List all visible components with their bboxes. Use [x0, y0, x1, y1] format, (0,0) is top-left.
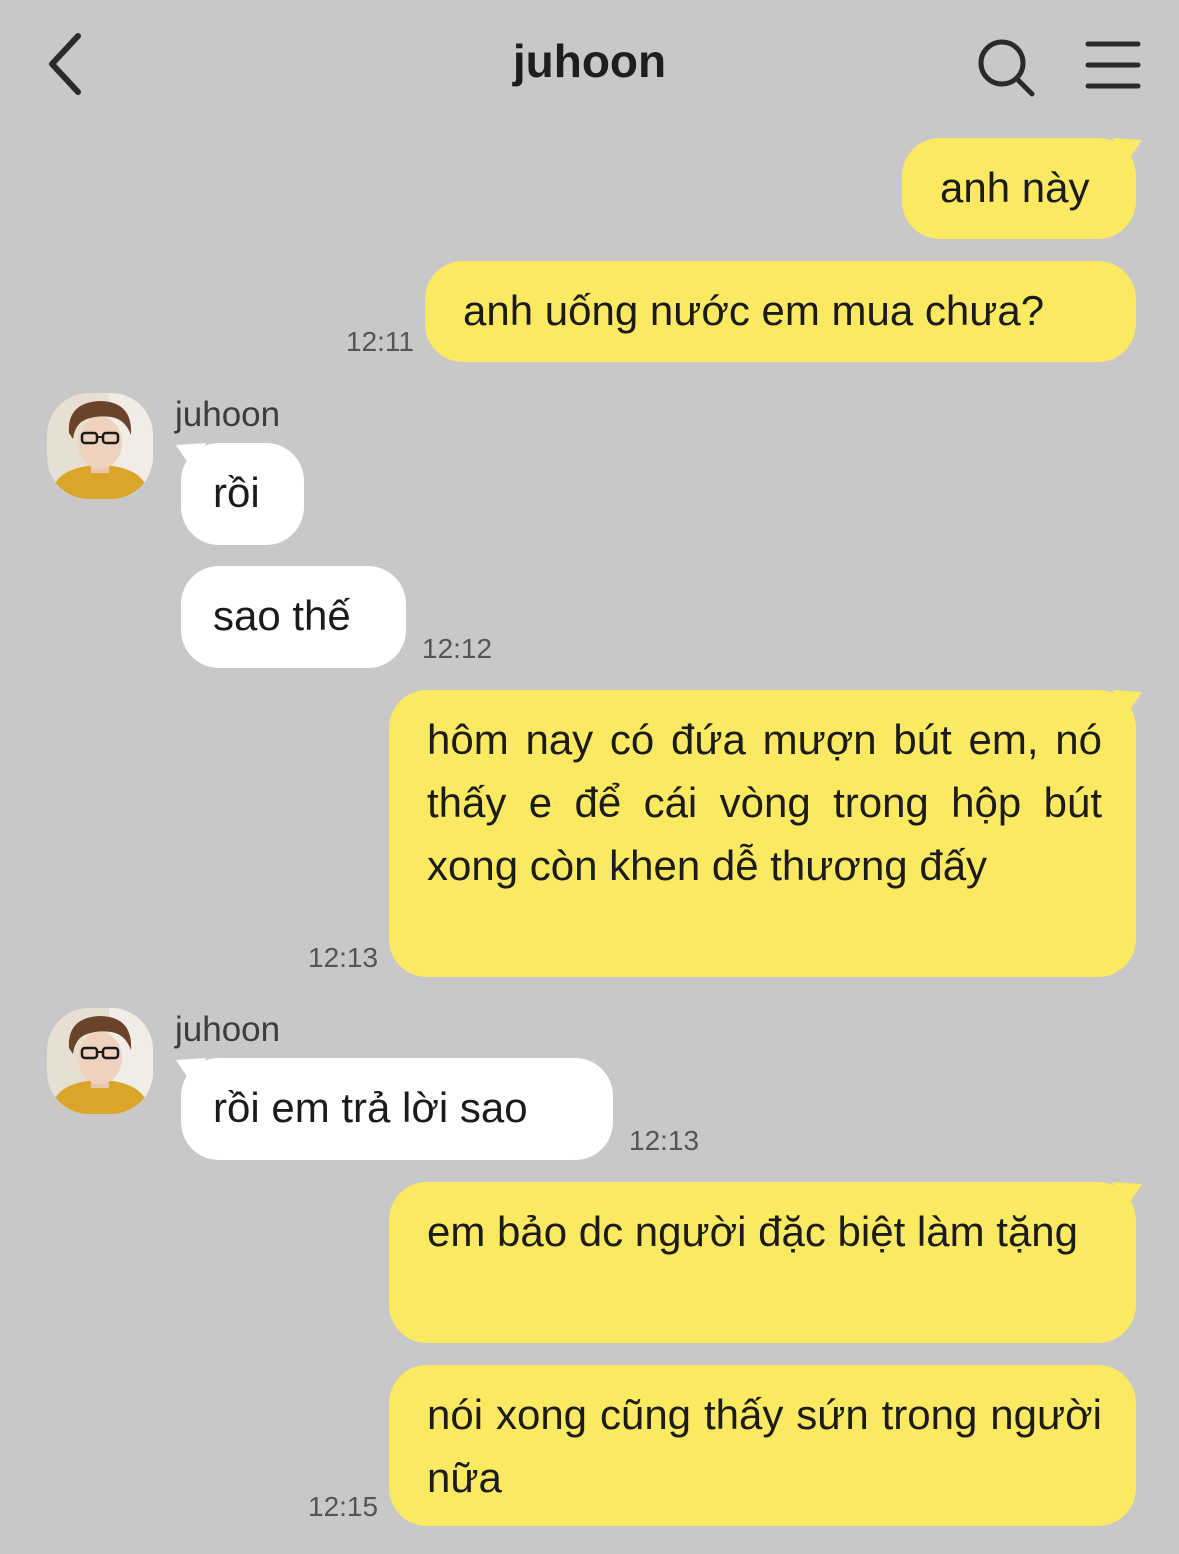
- message-bubble-sent[interactable]: em bảo dc người đặc biệt làm tặng: [389, 1182, 1136, 1343]
- search-icon: [978, 39, 1035, 97]
- message-bubble-received[interactable]: rồi em trả lời sao: [181, 1058, 613, 1160]
- chat-header: juhoon: [0, 0, 1179, 130]
- message-bubble-received[interactable]: rồi: [181, 443, 304, 545]
- message-timestamp: 12:12: [422, 633, 493, 664]
- message-timestamp: 12:11: [346, 326, 414, 357]
- message-timestamp: 12:15: [308, 1491, 379, 1522]
- hamburger-menu-icon: [1085, 41, 1141, 89]
- message-bubble-sent[interactable]: nói xong cũng thấy sứn trong người nữa: [389, 1365, 1136, 1526]
- search-button[interactable]: [972, 34, 1040, 100]
- avatar-image: [47, 1008, 153, 1114]
- message-text: rồi em trả lời sao: [213, 1084, 528, 1131]
- avatar-image: [47, 393, 153, 499]
- message-bubble-received[interactable]: sao thế: [181, 566, 406, 668]
- sender-name: juhoon: [175, 395, 281, 434]
- message-bubble-sent[interactable]: hôm nay có đứa mượn bút em, nó thấy e để…: [389, 690, 1136, 977]
- message-text: anh này: [940, 164, 1090, 211]
- bubble-tail: [1112, 138, 1142, 164]
- message-timestamp: 12:13: [629, 1125, 700, 1156]
- bubble-tail: [1112, 1182, 1142, 1208]
- message-text: anh uống nước em mua chưa?: [463, 287, 1045, 334]
- message-bubble-sent[interactable]: anh uống nước em mua chưa?: [425, 261, 1136, 362]
- bubble-tail: [1112, 690, 1142, 716]
- message-text: em bảo dc người đặc biệt làm tặng: [427, 1208, 1079, 1255]
- sender-name: juhoon: [175, 1010, 281, 1049]
- avatar[interactable]: [47, 393, 153, 499]
- message-text: rồi: [213, 469, 260, 516]
- menu-button[interactable]: [1082, 38, 1144, 94]
- message-text: hôm nay có đứa mượn bút em, nó thấy e để…: [427, 716, 1102, 889]
- message-bubble-sent[interactable]: anh này: [902, 138, 1136, 239]
- message-text: nói xong cũng thấy sứn trong người nữa: [427, 1391, 1102, 1501]
- message-text: sao thế: [213, 592, 351, 639]
- avatar[interactable]: [47, 1008, 153, 1114]
- message-timestamp: 12:13: [308, 942, 379, 973]
